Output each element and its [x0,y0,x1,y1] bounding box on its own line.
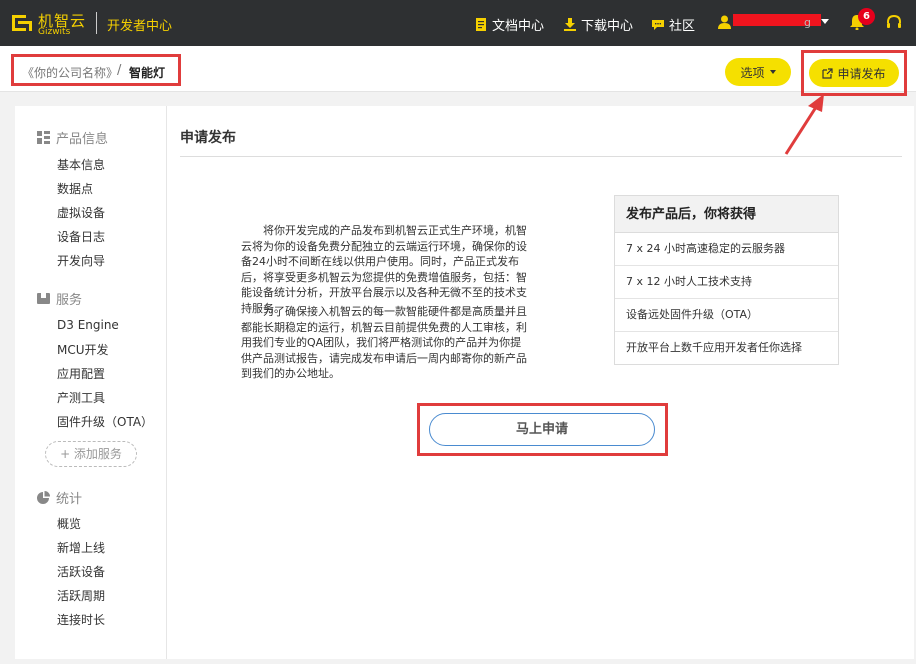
sidebar-item-connection-duration[interactable]: 连接时长 [57,611,105,628]
gizwits-logo[interactable]: 机智云 Gizwits [10,9,90,39]
options-dropdown-button[interactable]: 选项 [725,58,791,86]
nav-community-label: 社区 [669,19,696,34]
chat-icon [652,20,664,30]
options-label: 选项 [740,65,765,80]
publish-highlight: 申请发布 [801,50,907,96]
sidebar-item-d3-engine[interactable]: D3 Engine [57,318,119,332]
grid-icon [37,131,50,144]
developer-center-title[interactable]: 开发者中心 [107,15,172,34]
nav-community[interactable]: 社区 [652,15,695,34]
sidebar-item-new-online[interactable]: 新增上线 [57,539,105,556]
apply-now-button[interactable]: 马上申请 [429,413,655,446]
sidebar-item-device-log[interactable]: 设备日志 [57,228,105,245]
pie-icon [37,491,50,504]
benefits-title: 发布产品后，你将获得 [615,196,838,233]
user-icon [718,15,731,29]
product-subheader: 《你的公司名称》 / 智能灯 选项 申请发布 [0,46,916,96]
sidebar-item-active-period[interactable]: 活跃周期 [57,587,105,604]
main-panel: 产品信息 基本信息 数据点 虚拟设备 设备日志 开发向导 服务 D3 Engin… [15,106,914,659]
sidebar-group-label: 服务 [56,293,83,308]
sidebar: 产品信息 基本信息 数据点 虚拟设备 设备日志 开发向导 服务 D3 Engin… [15,106,167,659]
review-paragraph: 为了确保接入机智云的每一款智能硬件都是高质量并且都能长期稳定的运行，机智云目前提… [241,305,527,380]
sidebar-item-overview[interactable]: 概览 [57,515,81,532]
sidebar-group-statistics: 统计 [37,488,82,507]
apply-publish-label: 申请发布 [837,66,886,81]
breadcrumb-product: 智能灯 [129,66,166,80]
download-icon [564,18,576,31]
sidebar-item-dev-guide[interactable]: 开发向导 [57,252,105,269]
sidebar-group-services: 服务 [37,289,82,308]
add-service-button[interactable]: + 添加服务 [45,441,137,467]
breadcrumb-company[interactable]: 《你的公司名称》 [22,64,118,81]
sidebar-item-virtual-device[interactable]: 虚拟设备 [57,204,105,221]
logo-divider [96,12,97,34]
gizwits-logo-mark [12,15,32,31]
top-navigation-bar: 机智云 Gizwits 开发者中心 文档中心 下载中心 社区 g 6 [0,0,916,46]
apply-highlight: 马上申请 [417,403,668,456]
package-icon [37,293,50,304]
headset-icon[interactable] [886,14,902,30]
benefit-item: 设备远处固件升级（OTA） [615,299,838,332]
sidebar-item-basic-info[interactable]: 基本信息 [57,156,105,173]
sidebar-item-ota[interactable]: 固件升级（OTA） [57,413,153,430]
title-divider [180,156,902,157]
user-name-tail: g [804,16,811,29]
nav-download-label: 下载中心 [581,19,634,34]
benefit-item: 7 x 12 小时人工技术支持 [615,266,838,299]
benefit-item: 开放平台上数千应用开发者任你选择 [626,341,802,354]
sidebar-item-active-devices[interactable]: 活跃设备 [57,563,105,580]
sidebar-group-product-info: 产品信息 [37,128,108,147]
sidebar-item-data-points[interactable]: 数据点 [57,180,93,197]
benefits-panel: 发布产品后，你将获得 7 x 24 小时高速稳定的云服务器 7 x 12 小时人… [614,195,839,365]
breadcrumb: 《你的公司名称》 / 智能灯 [11,54,181,86]
user-menu-chevron-down-icon[interactable] [821,19,829,24]
caret-down-icon [769,70,776,74]
nav-docs-label: 文档中心 [492,19,545,34]
document-icon [476,18,486,31]
sidebar-item-app-config[interactable]: 应用配置 [57,365,105,382]
breadcrumb-separator: / [117,63,122,78]
apply-publish-button[interactable]: 申请发布 [809,59,899,87]
benefit-item: 7 x 24 小时高速稳定的云服务器 [615,233,838,266]
nav-docs-center[interactable]: 文档中心 [475,15,544,34]
external-link-icon [822,67,834,79]
sidebar-group-label: 统计 [56,492,83,507]
sidebar-group-label: 产品信息 [56,132,109,147]
logo-english-text: Gizwits [38,27,71,37]
notification-badge: 6 [858,8,875,25]
nav-download-center[interactable]: 下载中心 [564,15,633,34]
sidebar-item-test-tool[interactable]: 产测工具 [57,389,105,406]
sidebar-item-mcu-dev[interactable]: MCU开发 [57,341,109,358]
intro-paragraph: 将你开发完成的产品发布到机智云正式生产环境，机智云将为你的设备免费分配独立的云端… [241,224,527,315]
page-title: 申请发布 [180,130,236,146]
